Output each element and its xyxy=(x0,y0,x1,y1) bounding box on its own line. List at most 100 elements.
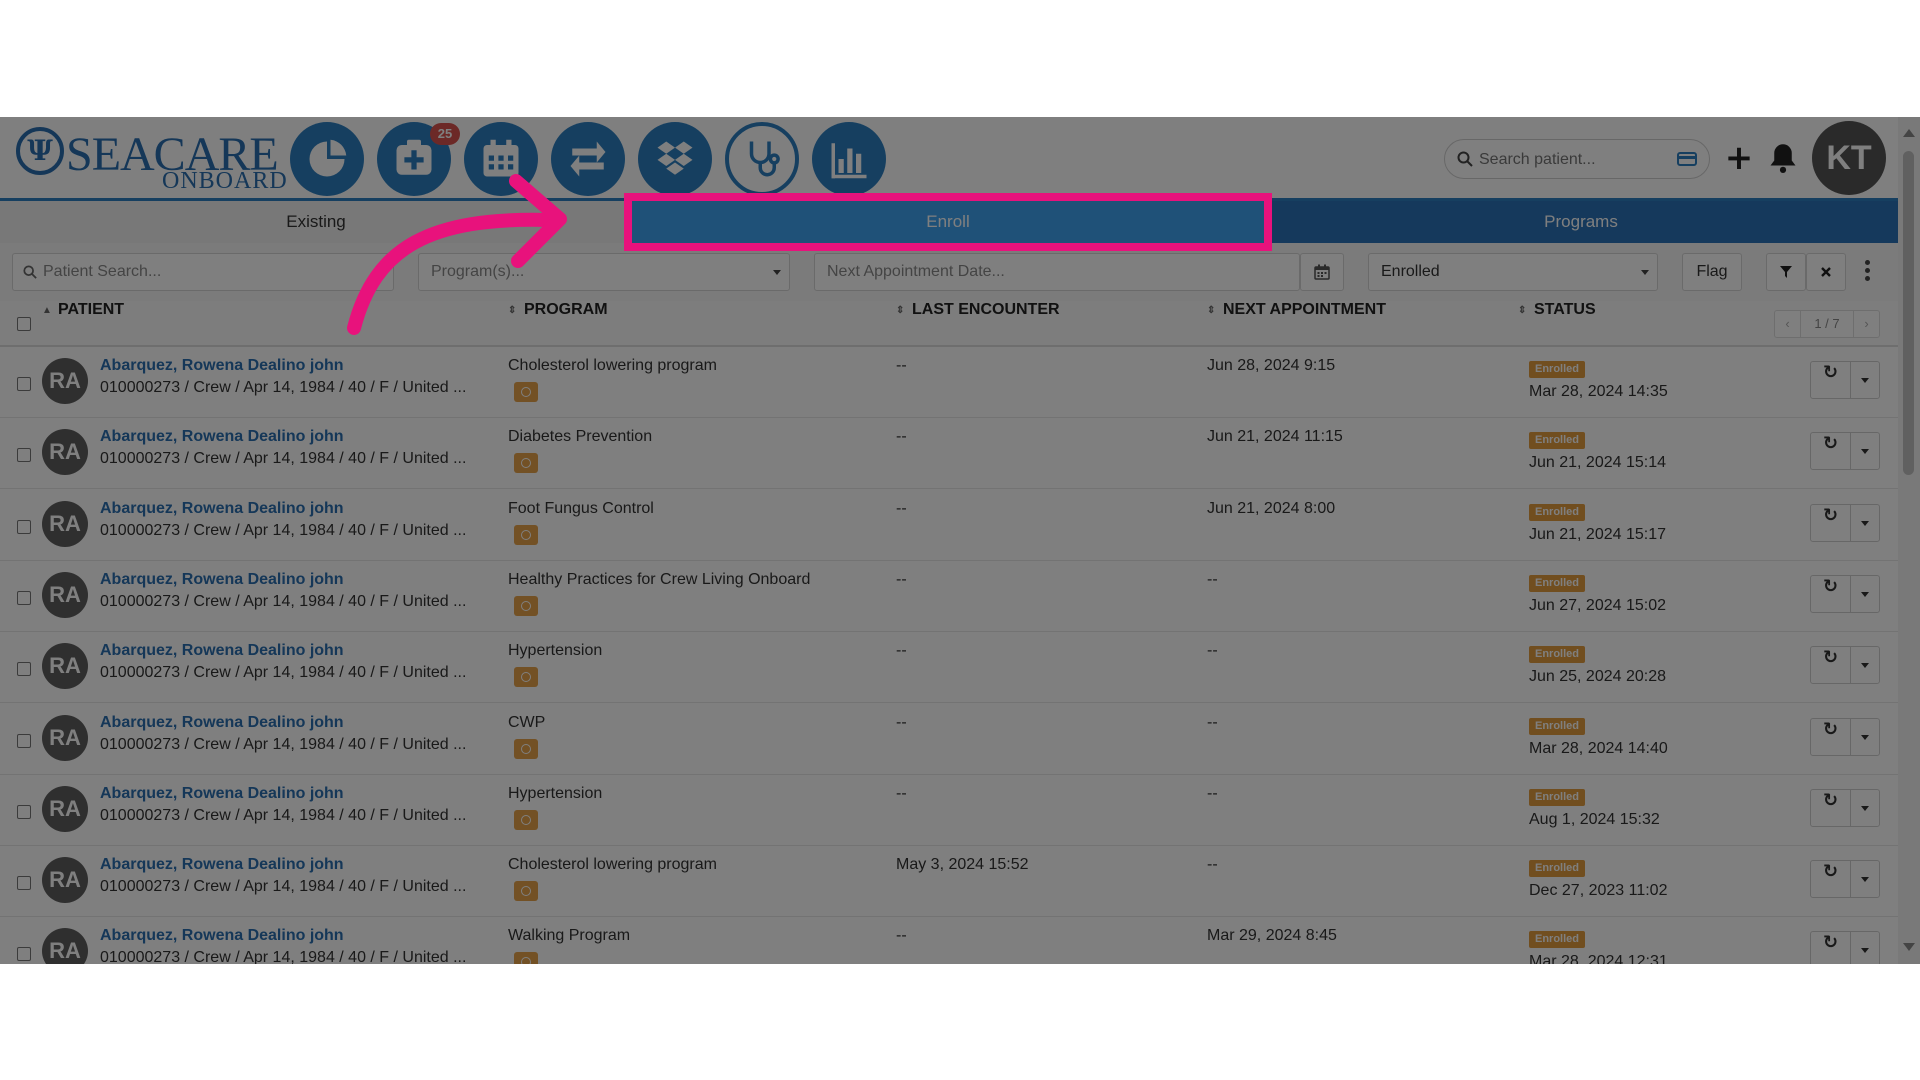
program-clock-icon[interactable] xyxy=(514,667,538,687)
patient-name-link[interactable]: Abarquez, Rowena Dealino john xyxy=(100,500,344,518)
reports-nav-button[interactable] xyxy=(812,122,886,196)
patient-name-link[interactable]: Abarquez, Rowena Dealino john xyxy=(100,714,344,732)
patient-name-link[interactable]: Abarquez, Rowena Dealino john xyxy=(100,428,344,446)
refresh-icon[interactable]: ↻ xyxy=(1811,790,1851,826)
patient-search-box[interactable] xyxy=(1444,139,1710,179)
scroll-up-arrow-icon[interactable] xyxy=(1903,129,1915,137)
last-encounter-value: -- xyxy=(896,357,907,374)
next-appointment-date-input[interactable]: Next Appointment Date... xyxy=(814,253,1300,291)
row-checkbox[interactable] xyxy=(17,876,31,890)
select-all-checkbox[interactable] xyxy=(17,317,31,331)
patient-name-link[interactable]: Abarquez, Rowena Dealino john xyxy=(100,856,344,874)
more-options-icon[interactable] xyxy=(1860,257,1874,287)
table-row[interactable]: RA Abarquez, Rowena Dealino john 010000273… xyxy=(0,775,1898,846)
patient-name-link[interactable]: Abarquez, Rowena Dealino john xyxy=(100,571,344,589)
row-actions-dropdown[interactable] xyxy=(1851,932,1879,964)
patient-name-link[interactable]: Abarquez, Rowena Dealino john xyxy=(100,785,344,803)
bell-icon[interactable] xyxy=(1768,141,1798,175)
dropbox-nav-button[interactable] xyxy=(638,122,712,196)
program-clock-icon[interactable] xyxy=(514,453,538,473)
row-checkbox[interactable] xyxy=(17,377,31,391)
tab-existing[interactable]: Existing xyxy=(0,201,632,243)
scroll-down-arrow-icon[interactable] xyxy=(1903,943,1915,951)
table-row[interactable]: RA Abarquez, Rowena Dealino john 010000273… xyxy=(0,704,1898,775)
column-patient[interactable]: ▲ PATIENT xyxy=(42,301,124,347)
patient-details: 010000273 / Crew / Apr 14, 1984 / 40 / F… xyxy=(100,736,467,753)
program-clock-icon[interactable] xyxy=(514,810,538,830)
user-avatar[interactable]: KT xyxy=(1812,121,1886,195)
seacare-logo[interactable]: Ψ SEACARE ONBOARD xyxy=(14,123,287,197)
program-clock-icon[interactable] xyxy=(514,952,538,964)
id-card-icon[interactable] xyxy=(1677,151,1697,167)
table-row[interactable]: RA Abarquez, Rowena Dealino john 010000273… xyxy=(0,561,1898,632)
row-actions-dropdown[interactable] xyxy=(1851,505,1879,541)
program-clock-icon[interactable] xyxy=(514,525,538,545)
program-clock-icon[interactable] xyxy=(514,382,538,402)
program-select[interactable]: Program(s)... xyxy=(418,253,790,291)
column-status[interactable]: ⇕ STATUS xyxy=(1518,301,1596,347)
refresh-icon[interactable]: ↻ xyxy=(1811,932,1851,964)
table-row[interactable]: RA Abarquez, Rowena Dealino john 010000273… xyxy=(0,917,1898,964)
previous-page-button[interactable]: ‹ xyxy=(1775,311,1801,337)
patient-details: 010000273 / Crew / Apr 14, 1984 / 40 / F… xyxy=(100,949,467,964)
refresh-icon[interactable]: ↻ xyxy=(1811,576,1851,612)
refresh-icon[interactable]: ↻ xyxy=(1811,505,1851,541)
row-actions-dropdown[interactable] xyxy=(1851,790,1879,826)
program-clock-icon[interactable] xyxy=(514,881,538,901)
patient-name-link[interactable]: Abarquez, Rowena Dealino john xyxy=(100,642,344,660)
row-checkbox[interactable] xyxy=(17,734,31,748)
filter-button[interactable] xyxy=(1766,253,1806,291)
row-actions-dropdown[interactable] xyxy=(1851,433,1879,469)
table-row[interactable]: RA Abarquez, Rowena Dealino john 010000273… xyxy=(0,846,1898,917)
status-badge: Enrolled xyxy=(1529,860,1586,877)
refresh-icon[interactable]: ↻ xyxy=(1811,433,1851,469)
next-page-button[interactable]: › xyxy=(1853,311,1879,337)
row-actions-dropdown[interactable] xyxy=(1851,861,1879,897)
table-row[interactable]: RA Abarquez, Rowena Dealino john 010000273… xyxy=(0,490,1898,561)
patient-name-link[interactable]: Abarquez, Rowena Dealino john xyxy=(100,357,344,375)
date-picker-button[interactable] xyxy=(1300,253,1344,291)
search-icon xyxy=(1457,151,1473,167)
row-actions-dropdown[interactable] xyxy=(1851,362,1879,398)
clear-filters-button[interactable] xyxy=(1806,253,1846,291)
column-program[interactable]: ⇕ PROGRAM xyxy=(508,301,608,347)
row-checkbox[interactable] xyxy=(17,591,31,605)
transfer-nav-button[interactable] xyxy=(551,122,625,196)
add-plus-icon[interactable]: + xyxy=(1724,141,1754,175)
tab-programs[interactable]: Programs xyxy=(1264,201,1898,243)
table-row[interactable]: RA Abarquez, Rowena Dealino john 010000273… xyxy=(0,418,1898,489)
refresh-icon[interactable]: ↻ xyxy=(1811,362,1851,398)
calendar-nav-button[interactable] xyxy=(464,122,538,196)
row-checkbox[interactable] xyxy=(17,662,31,676)
search-patient-input[interactable] xyxy=(1479,148,1669,172)
row-actions-dropdown[interactable] xyxy=(1851,719,1879,755)
table-row[interactable]: RA Abarquez, Rowena Dealino john 010000273… xyxy=(0,632,1898,703)
program-clock-icon[interactable] xyxy=(514,739,538,759)
dashboard-nav-button[interactable] xyxy=(290,122,364,196)
refresh-icon[interactable]: ↻ xyxy=(1811,647,1851,683)
pagination: ‹ 1 / 7 › xyxy=(1774,310,1880,338)
status-badge: Enrolled xyxy=(1529,718,1586,735)
flag-button[interactable]: Flag xyxy=(1682,253,1742,291)
row-checkbox[interactable] xyxy=(17,947,31,961)
patient-search-filter[interactable]: Patient Search... xyxy=(12,253,394,291)
row-action-group: ↻ xyxy=(1810,931,1880,964)
patient-name-link[interactable]: Abarquez, Rowena Dealino john xyxy=(100,927,344,945)
next-appointment-value: Jun 21, 2024 11:15 xyxy=(1207,428,1343,445)
row-checkbox[interactable] xyxy=(17,520,31,534)
row-checkbox[interactable] xyxy=(17,805,31,819)
refresh-icon[interactable]: ↻ xyxy=(1811,719,1851,755)
row-checkbox[interactable] xyxy=(17,448,31,462)
scrollbar-thumb[interactable] xyxy=(1903,151,1914,475)
row-actions-dropdown[interactable] xyxy=(1851,647,1879,683)
column-next-appointment[interactable]: ⇕ NEXT APPOINTMENT xyxy=(1207,301,1386,347)
column-last-encounter[interactable]: ⇕ LAST ENCOUNTER xyxy=(896,301,1060,347)
row-actions-dropdown[interactable] xyxy=(1851,576,1879,612)
status-select[interactable]: Enrolled xyxy=(1368,253,1658,291)
table-row[interactable]: RA Abarquez, Rowena Dealino john 010000273… xyxy=(0,347,1898,418)
status-date: Mar 28, 2024 12:31 xyxy=(1529,953,1668,964)
stethoscope-nav-button[interactable] xyxy=(725,122,799,196)
vertical-scrollbar[interactable] xyxy=(1898,117,1920,964)
refresh-icon[interactable]: ↻ xyxy=(1811,861,1851,897)
program-clock-icon[interactable] xyxy=(514,596,538,616)
